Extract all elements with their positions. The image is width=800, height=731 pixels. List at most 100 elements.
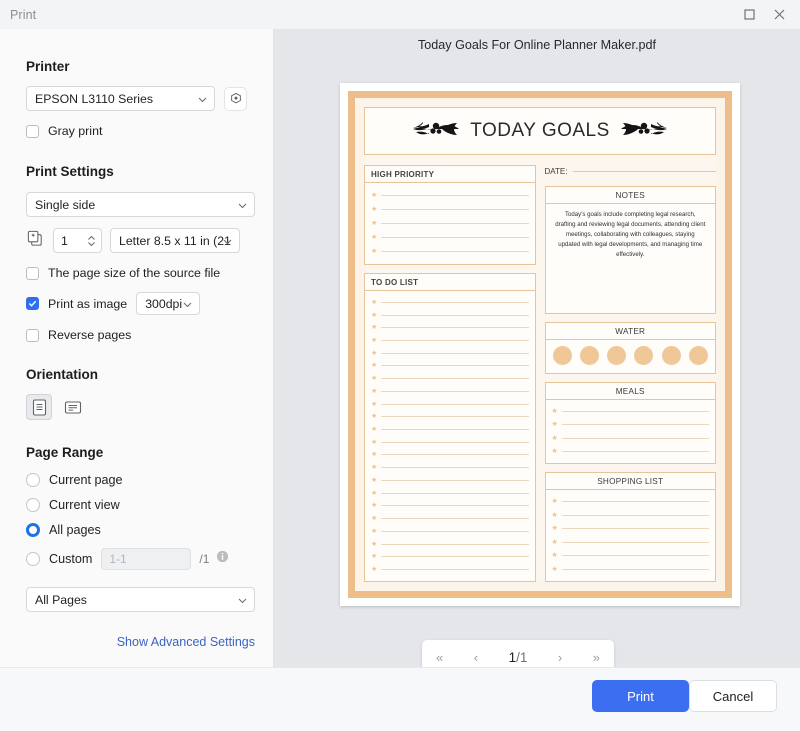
water-glass-icon — [688, 346, 708, 365]
line-rule — [381, 543, 529, 545]
star-icon: ★ — [371, 426, 378, 434]
chevron-down-icon — [238, 593, 247, 607]
printer-select[interactable]: EPSON L3110 Series — [26, 86, 216, 111]
info-icon[interactable] — [216, 550, 229, 568]
page-subset-select[interactable]: All Pages — [26, 587, 255, 612]
shopping-list-box: SHOPPING LIST ★ ★ ★ ★ ★ ★ — [544, 472, 716, 582]
line-rule — [381, 568, 529, 570]
maximize-icon[interactable] — [734, 0, 764, 29]
printer-row: EPSON L3110 Series — [26, 86, 247, 111]
page-range-option-current-view[interactable]: Current view — [26, 498, 247, 512]
star-icon: ★ — [371, 324, 378, 332]
planner-line: ★ — [552, 448, 709, 455]
stepper-arrows-icon[interactable] — [87, 234, 96, 248]
water-title: WATER — [545, 323, 715, 340]
line-rule — [381, 416, 529, 418]
line-rule — [561, 450, 709, 452]
print-as-image-checkbox[interactable]: Print as image — [26, 297, 127, 311]
planner-line: ★ — [552, 421, 709, 428]
line-rule — [381, 518, 529, 520]
source-page-size-checkbox[interactable]: The page size of the source file — [26, 266, 247, 280]
print-button[interactable]: Print — [592, 680, 689, 712]
star-icon: ★ — [551, 525, 558, 533]
planner-line: ★ — [371, 451, 529, 458]
gear-icon[interactable] — [224, 86, 247, 111]
duplex-select[interactable]: Single side — [26, 192, 255, 217]
star-icon: ★ — [371, 248, 378, 256]
print-as-image-checkbox-box — [26, 297, 39, 310]
line-rule — [381, 429, 529, 431]
show-advanced-settings-link[interactable]: Show Advanced Settings — [26, 635, 255, 649]
line-rule — [561, 501, 709, 503]
line-rule — [381, 208, 529, 210]
portrait-icon[interactable] — [26, 394, 52, 420]
radio-custom — [26, 552, 40, 566]
document-page: TODAY GOALS HIGH PRIORITY ★ ★ ★ ★ ★ TO D… — [340, 83, 740, 606]
close-icon[interactable] — [764, 0, 794, 29]
star-icon: ★ — [371, 337, 378, 345]
star-icon: ★ — [371, 191, 378, 199]
notes-body: Today's goals include completing legal r… — [555, 211, 706, 259]
line-rule — [561, 424, 709, 426]
paper-size-select[interactable]: Letter 8.5 x 11 in (21 — [110, 228, 240, 253]
cancel-button[interactable]: Cancel — [689, 680, 777, 712]
meals-title: MEALS — [545, 383, 715, 400]
star-icon: ★ — [371, 349, 378, 357]
prev-page-icon[interactable]: ‹ — [474, 650, 478, 665]
planner-line: ★ — [371, 439, 529, 446]
star-icon: ★ — [551, 538, 558, 546]
water-glass-icon — [661, 346, 681, 365]
planner-left-column: HIGH PRIORITY ★ ★ ★ ★ ★ TO DO LIST ★ ★ ★ ★ ★ ★ ★ ★ ★… — [364, 165, 536, 582]
water-box: WATER — [544, 322, 716, 374]
print-as-image-label: Print as image — [48, 296, 128, 311]
planner-line: ★ — [371, 220, 529, 227]
planner-line: ★ — [371, 350, 529, 357]
page-range-label: Current view — [49, 498, 120, 512]
page-subset-value: All Pages — [35, 592, 87, 607]
planner-line: ★ — [552, 435, 709, 442]
page-range-option-all-pages[interactable]: All pages — [26, 523, 247, 537]
printer-heading: Printer — [26, 59, 70, 74]
page-border-frame: TODAY GOALS HIGH PRIORITY ★ ★ ★ ★ ★ TO D… — [348, 91, 732, 598]
window-titlebar: Print — [0, 0, 800, 29]
line-rule — [381, 340, 529, 342]
last-page-icon[interactable]: » — [593, 650, 600, 665]
star-icon: ★ — [371, 219, 378, 227]
page-range-option-current-page[interactable]: Current page — [26, 473, 247, 487]
planner-line: ★ — [552, 408, 709, 415]
star-icon: ★ — [371, 387, 378, 395]
star-icon: ★ — [551, 565, 558, 573]
copies-icon[interactable] — [26, 229, 45, 253]
line-rule — [561, 528, 709, 530]
water-glasses — [546, 340, 716, 371]
custom-range-total: /1 — [199, 552, 210, 566]
star-icon: ★ — [371, 540, 378, 548]
print-settings-sidebar: Printer EPSON L3110 Series Gray print Pr… — [0, 29, 274, 667]
first-page-icon[interactable]: « — [436, 650, 443, 665]
gray-print-checkbox[interactable]: Gray print — [26, 124, 247, 138]
line-rule — [381, 314, 529, 316]
star-icon: ★ — [371, 489, 378, 497]
line-rule — [381, 390, 529, 392]
copies-stepper[interactable]: 1 — [53, 228, 102, 253]
custom-range-input[interactable]: 1-1 — [101, 548, 192, 570]
line-rule — [381, 441, 529, 443]
next-page-icon[interactable]: › — [558, 650, 562, 665]
page-total: /1 — [516, 649, 528, 665]
line-rule — [381, 467, 529, 469]
landscape-icon[interactable] — [60, 394, 86, 420]
notes-title: NOTES — [545, 187, 715, 204]
planner-line: ★ — [552, 512, 709, 519]
star-icon: ★ — [371, 311, 378, 319]
page-range-option-custom[interactable]: Custom 1-1 /1 — [26, 548, 247, 570]
orientation-heading: Orientation — [26, 367, 99, 382]
chevron-down-icon — [223, 234, 232, 248]
dpi-select[interactable]: 300dpi — [136, 292, 201, 315]
line-rule — [381, 301, 529, 303]
planner-line: ★ — [371, 337, 529, 344]
notes-box: NOTES Today's goals include completing l… — [544, 186, 716, 314]
radio-all-pages — [26, 523, 40, 537]
planner-line: ★ — [552, 498, 709, 505]
line-rule — [561, 514, 709, 516]
reverse-pages-checkbox[interactable]: Reverse pages — [26, 328, 247, 342]
